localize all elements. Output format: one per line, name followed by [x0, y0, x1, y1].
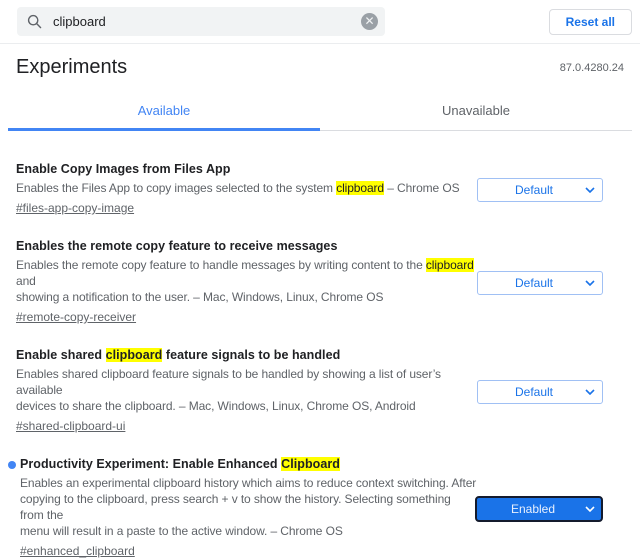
experiment-description: Enables the Files App to copy images sel… — [16, 181, 460, 195]
search-header: ✕ Reset all — [0, 0, 640, 44]
experiment-text: Productivity Experiment: Enable Enhanced… — [8, 457, 477, 560]
experiment-description: Enables shared clipboard feature signals… — [16, 367, 441, 413]
main-content: Experiments 87.0.4280.24 Available Unava… — [0, 56, 640, 560]
modified-indicator-dot — [8, 461, 16, 469]
search-icon — [27, 14, 42, 29]
flag-select[interactable]: Default — [477, 177, 603, 202]
select-wrap: Default — [477, 177, 603, 202]
experiment-title: Productivity Experiment: Enable Enhanced… — [20, 457, 340, 471]
experiment-control: Default — [477, 270, 624, 295]
experiment-title: Enable Copy Images from Files App — [16, 162, 231, 176]
clear-search-icon[interactable]: ✕ — [361, 13, 378, 30]
experiment-control: Enabled — [475, 495, 624, 522]
experiment-row: Enable shared clipboard feature signals … — [16, 348, 624, 435]
flag-select[interactable]: Enabled — [475, 495, 603, 522]
experiment-text: Enables the remote copy feature to recei… — [16, 239, 477, 326]
experiment-row: Enables the remote copy feature to recei… — [16, 239, 624, 326]
experiment-text: Enable Copy Images from Files App Enable… — [16, 162, 477, 217]
select-wrap: Default — [477, 379, 603, 404]
experiment-control: Default — [477, 379, 624, 404]
search-field[interactable]: ✕ — [17, 7, 385, 36]
version-label: 87.0.4280.24 — [559, 61, 624, 74]
tab-unavailable[interactable]: Unavailable — [320, 93, 632, 131]
flag-select[interactable]: Default — [477, 379, 603, 404]
experiment-permalink[interactable]: #files-app-copy-image — [16, 200, 134, 216]
select-wrap: Default — [477, 270, 603, 295]
experiment-description: Enables the remote copy feature to handl… — [16, 258, 474, 304]
title-row: Experiments 87.0.4280.24 — [16, 56, 624, 79]
tab-bar: Available Unavailable — [8, 93, 632, 131]
experiment-title: Enables the remote copy feature to recei… — [16, 239, 338, 253]
experiment-permalink[interactable]: #enhanced_clipboard — [20, 543, 135, 559]
reset-all-button[interactable]: Reset all — [548, 8, 632, 35]
flag-select[interactable]: Default — [477, 270, 603, 295]
experiment-row: Productivity Experiment: Enable Enhanced… — [8, 457, 624, 560]
experiment-control: Default — [477, 177, 624, 202]
experiment-title: Enable shared clipboard feature signals … — [16, 348, 341, 362]
experiment-permalink[interactable]: #shared-clipboard-ui — [16, 418, 125, 434]
tab-available[interactable]: Available — [8, 93, 320, 131]
select-wrap: Enabled — [475, 495, 603, 522]
experiment-text: Enable shared clipboard feature signals … — [16, 348, 477, 435]
experiment-description: Enables an experimental clipboard histor… — [20, 476, 477, 538]
experiments-list: Enable Copy Images from Files App Enable… — [8, 162, 624, 560]
page-title: Experiments — [16, 56, 128, 78]
experiment-permalink[interactable]: #remote-copy-receiver — [16, 309, 136, 325]
experiment-row: Enable Copy Images from Files App Enable… — [16, 162, 624, 217]
search-input[interactable] — [51, 13, 361, 30]
